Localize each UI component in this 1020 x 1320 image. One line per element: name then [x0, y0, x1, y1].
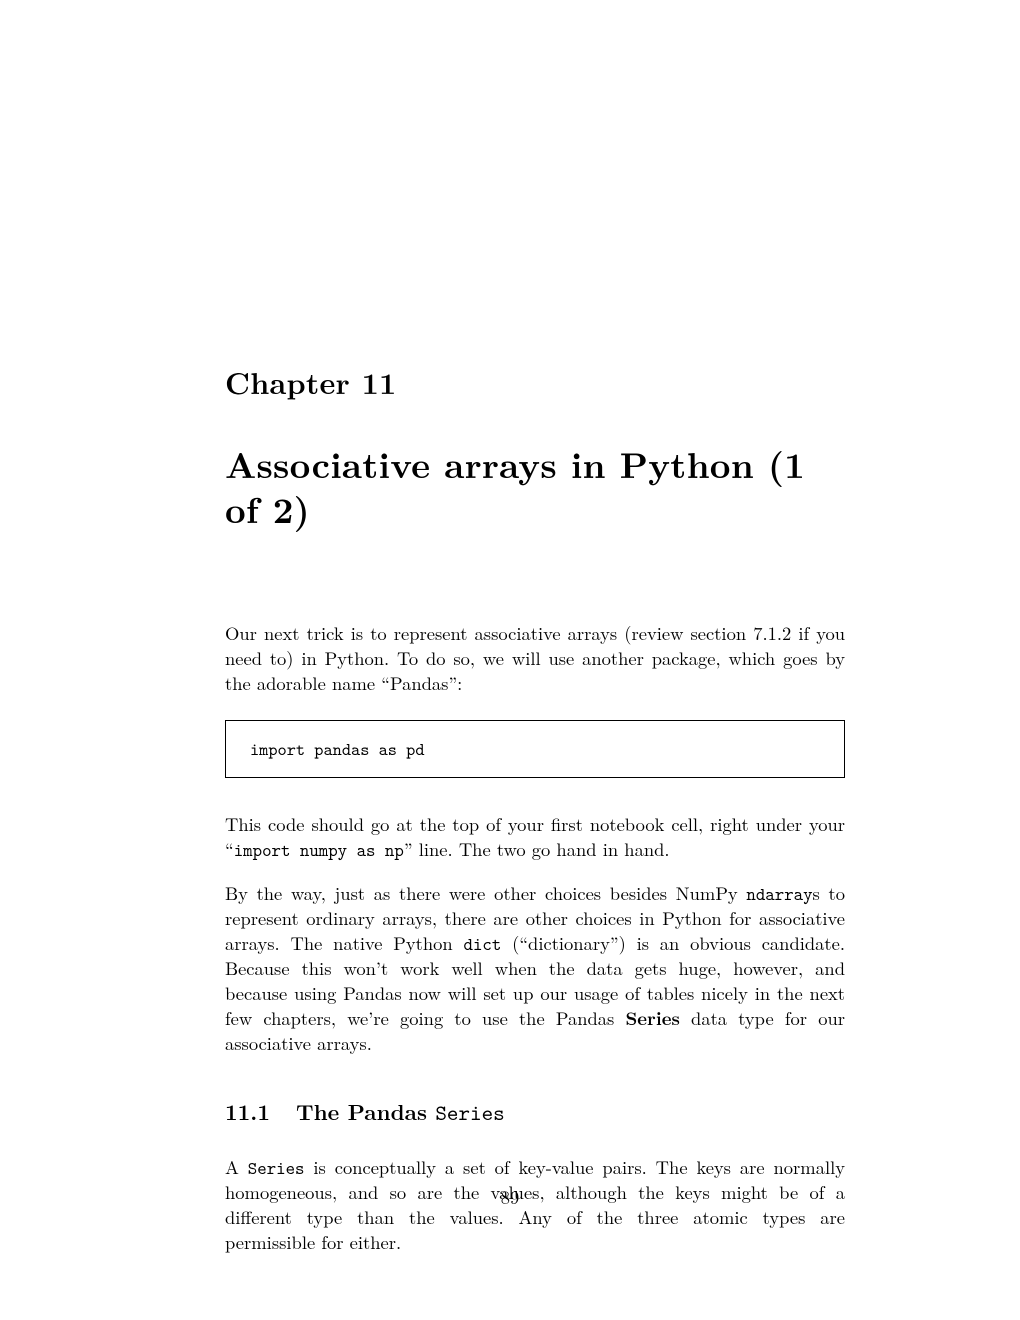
page: Chapter 11 Associative arrays in Python … — [0, 0, 1020, 1320]
page-number: 89 — [0, 1184, 1020, 1210]
text-run: ” line. The two go hand in hand. — [404, 836, 670, 862]
section-number: 11.1 — [225, 1096, 270, 1127]
code-block-import: import pandas as pd — [225, 720, 845, 778]
inline-code: Series — [248, 1156, 305, 1180]
intro-paragraph: Our next trick is to represent associati… — [225, 621, 845, 696]
inline-code: import numpy as np — [234, 838, 404, 862]
inline-code: ndarray — [746, 882, 812, 906]
chapter-title: Associative arrays in Python (1 of 2) — [225, 441, 845, 531]
section-title-code: Series — [435, 1098, 504, 1127]
paragraph-2: This code should go at the top of your f… — [225, 812, 845, 862]
section-title-text: The Pandas — [296, 1096, 435, 1127]
bold-text: Series — [625, 1005, 679, 1031]
code-line: import pandas as pd — [250, 737, 425, 761]
text-run: By the way, just as there were other cho… — [225, 880, 746, 906]
chapter-label: Chapter 11 — [225, 360, 845, 403]
section-heading: 11.1 The Pandas Series — [225, 1096, 845, 1127]
text-run: A — [225, 1154, 248, 1180]
inline-code: dict — [464, 932, 502, 956]
paragraph-3: By the way, just as there were other cho… — [225, 881, 845, 1056]
